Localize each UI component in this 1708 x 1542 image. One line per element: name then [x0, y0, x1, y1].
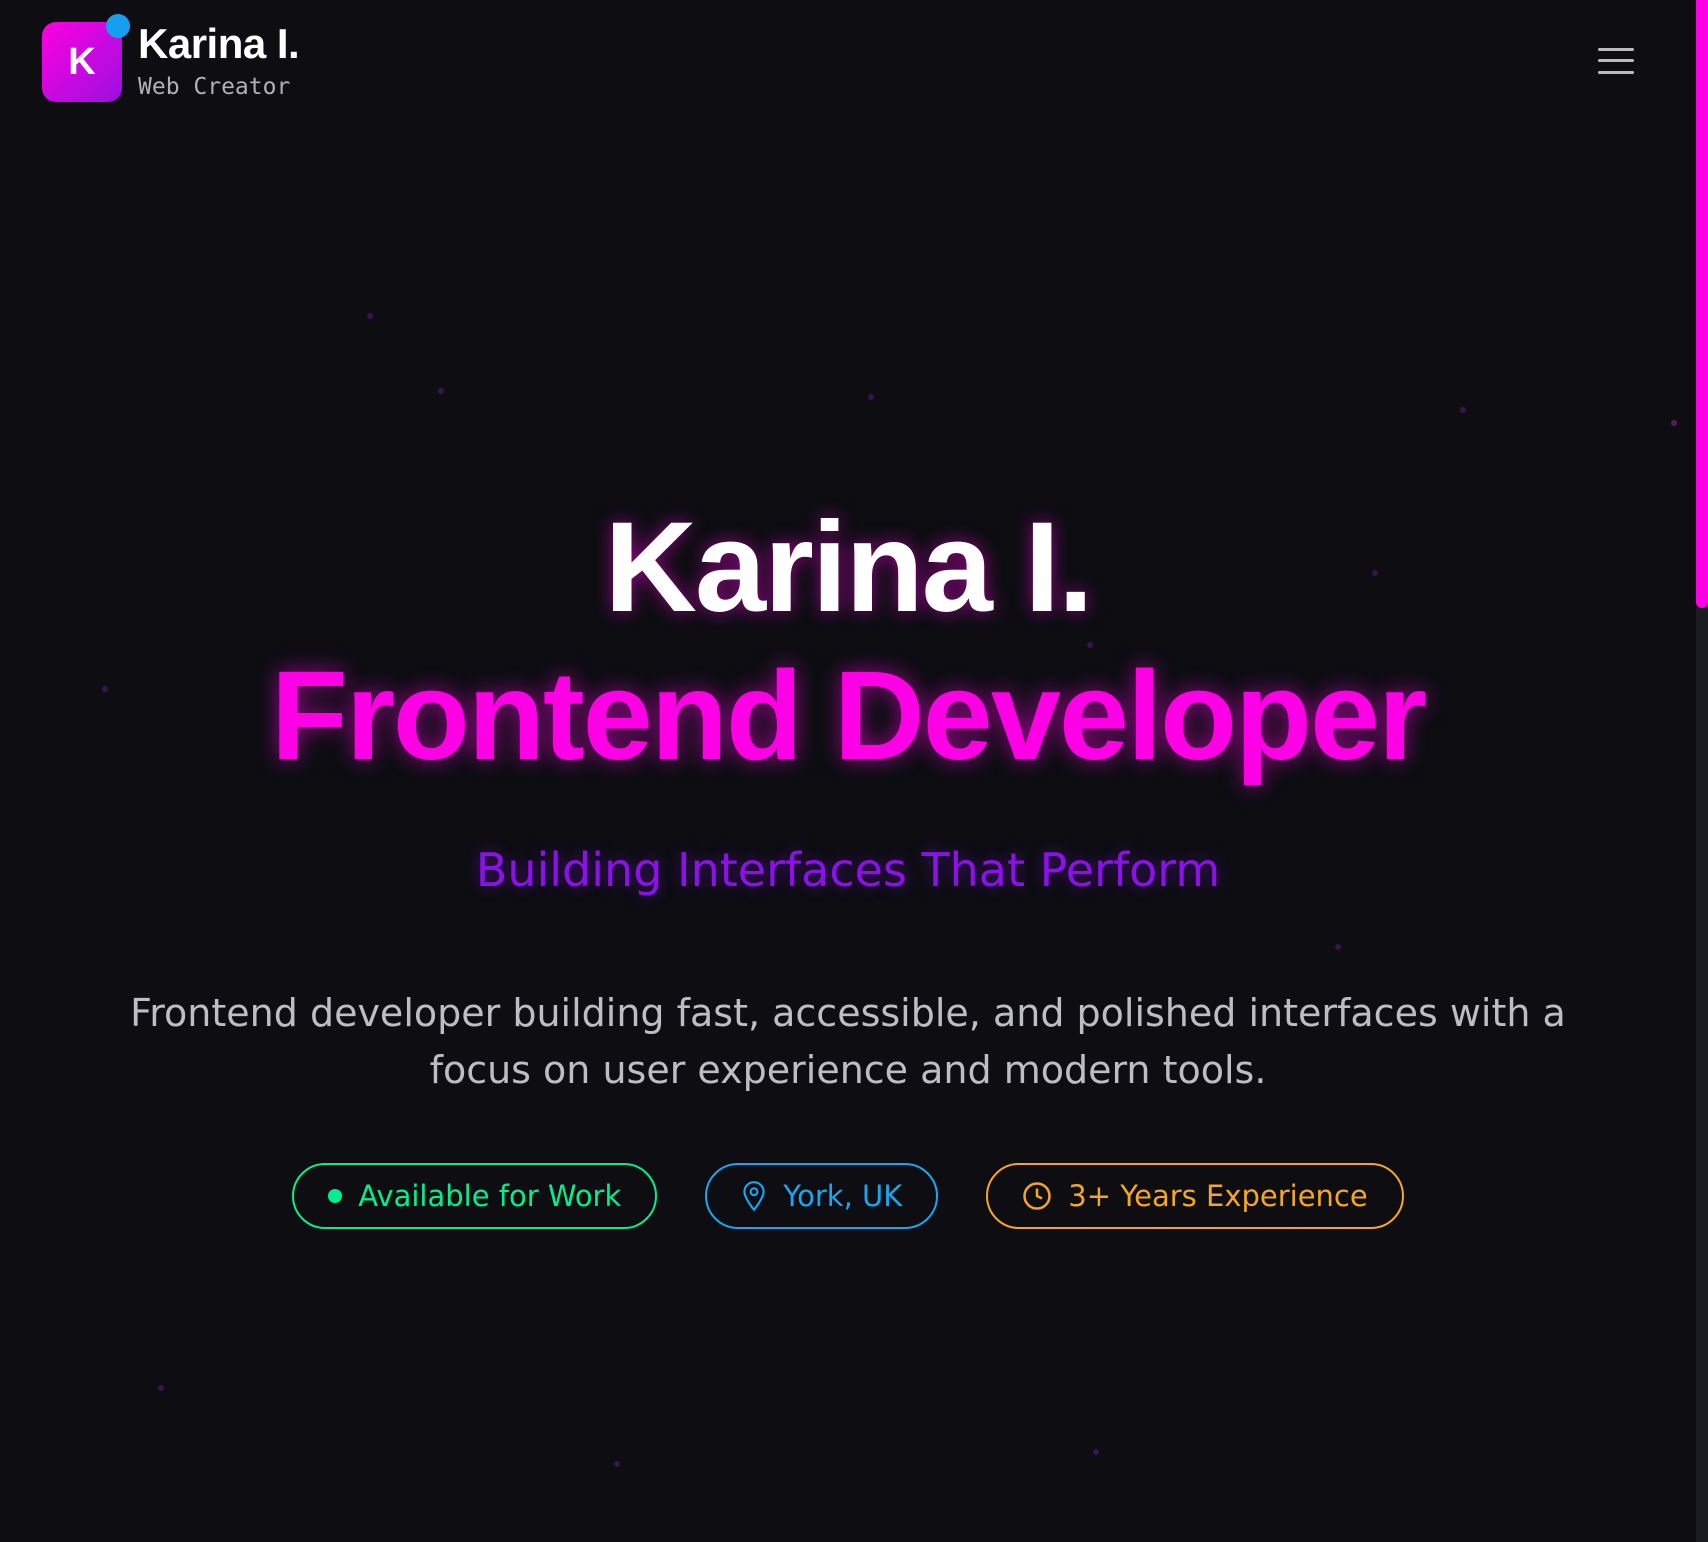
badge-row: Available for Work York, UK 3+ Years Exp…: [0, 1163, 1696, 1229]
hero-tagline: Building Interfaces That Perform: [475, 843, 1221, 897]
badge-location: York, UK: [705, 1163, 939, 1229]
map-pin-icon: [741, 1180, 767, 1212]
status-dot-icon: [328, 1189, 343, 1203]
menu-button[interactable]: [1598, 44, 1638, 80]
badge-availability: Available for Work: [292, 1163, 658, 1229]
badge-experience: 3+ Years Experience: [986, 1163, 1404, 1229]
brand-subtitle: Web Creator: [138, 74, 291, 100]
badge-label: 3+ Years Experience: [1068, 1179, 1368, 1213]
status-dot-icon: [106, 14, 130, 38]
scrollbar[interactable]: [1696, 0, 1708, 1542]
clock-icon: [1022, 1181, 1052, 1211]
logo-letter: K: [68, 40, 96, 83]
scrollbar-thumb[interactable]: [1696, 0, 1708, 608]
hero-name: Karina I.: [604, 496, 1093, 639]
hero-role: Frontend Developer: [270, 645, 1427, 786]
badge-label: York, UK: [783, 1179, 903, 1213]
brand-name[interactable]: Karina I.: [138, 20, 300, 68]
hero-description: Frontend developer building fast, access…: [130, 991, 1566, 1092]
badge-label: Available for Work: [358, 1179, 622, 1213]
